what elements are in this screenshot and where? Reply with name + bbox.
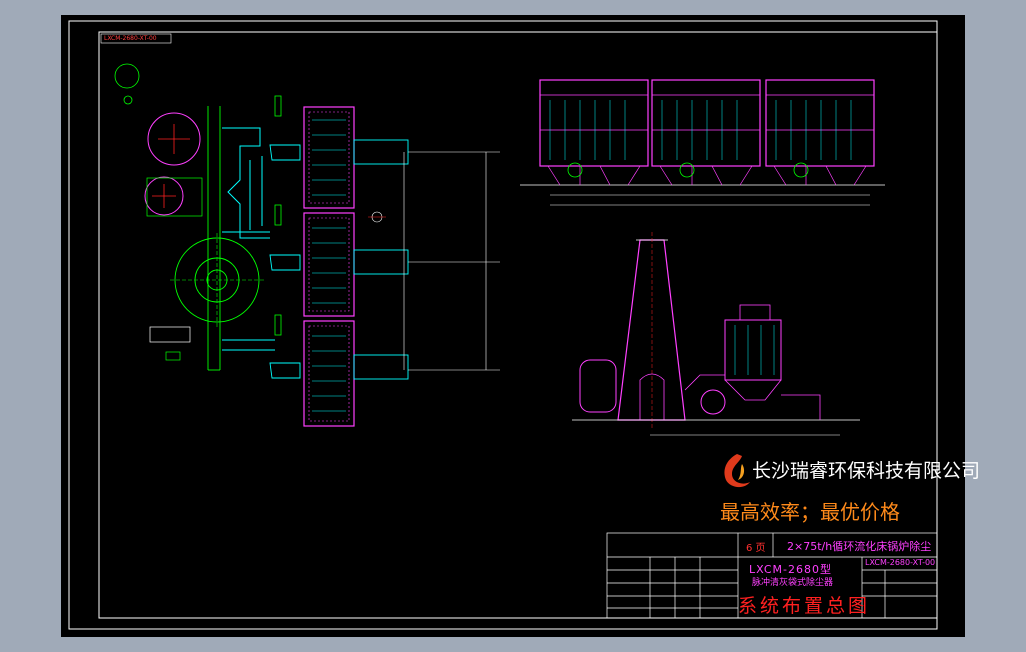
sheet-number: 6 页 xyxy=(746,543,766,554)
company-slogan: 最高效率；最优价格 xyxy=(720,500,900,524)
collector-module-1 xyxy=(303,106,355,209)
fan-circle-outer xyxy=(174,237,260,323)
collector-module-3 xyxy=(303,320,355,427)
elevation-module-1 xyxy=(539,79,649,186)
equipment-description: 脉冲清灰袋式除尘器 xyxy=(752,578,834,588)
inner-border xyxy=(98,31,938,619)
cyclone-circle-1 xyxy=(114,63,140,89)
side-fan xyxy=(700,389,726,415)
project-name: 2×75t/h循环流化床锅炉除尘 xyxy=(787,540,932,553)
collector-module-2 xyxy=(303,212,355,317)
tank xyxy=(579,359,617,413)
elevation-view xyxy=(520,79,885,206)
cyclone-circle-2 xyxy=(123,95,133,105)
drawing-title: 系统布置总图 xyxy=(738,595,871,617)
company-name: 长沙瑞睿环保科技有限公司 xyxy=(752,460,981,482)
corner-tag: LXCM-2680-XT-00 xyxy=(104,35,157,42)
chimney xyxy=(617,239,686,421)
drawing-code: LXCM-2680-XT-00 xyxy=(865,558,936,567)
plan-view xyxy=(114,63,500,427)
elevation-module-3 xyxy=(765,79,875,186)
elevation-module-2 xyxy=(651,79,761,186)
company-logo-icon xyxy=(724,454,750,488)
side-view xyxy=(572,232,860,436)
cad-drawing xyxy=(68,20,938,630)
